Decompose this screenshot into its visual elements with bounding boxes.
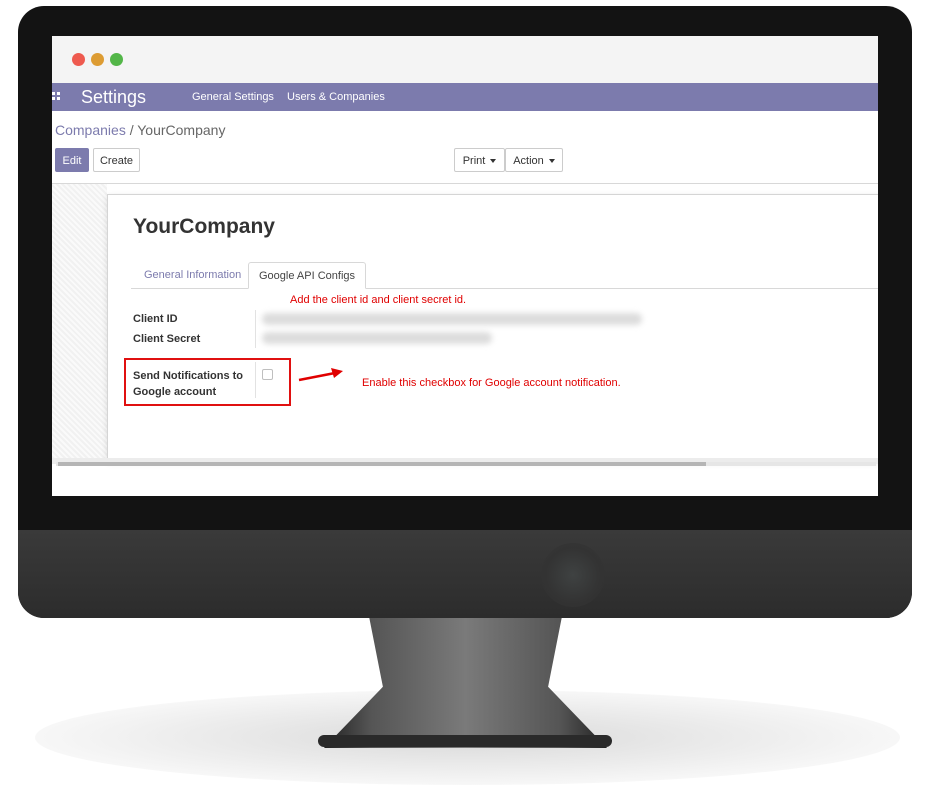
monitor-stand	[323, 612, 608, 748]
breadcrumb-companies-link[interactable]: Companies	[55, 122, 126, 138]
scrollbar-thumb[interactable]	[58, 462, 706, 466]
company-name-title: YourCompany	[133, 215, 275, 238]
monitor-stand-base	[318, 735, 612, 747]
client-secret-field[interactable]	[262, 332, 492, 344]
client-id-field[interactable]	[262, 313, 642, 325]
checkbox-annotation: Enable this checkbox for Google account …	[362, 377, 621, 389]
action-button-label: Action	[513, 155, 544, 167]
screen: Settings General Settings Users & Compan…	[52, 36, 878, 496]
app-title: Settings	[81, 87, 147, 107]
print-dropdown-button[interactable]: Print	[454, 148, 505, 172]
client-id-label: Client ID	[133, 313, 178, 325]
send-notifications-checkbox[interactable]	[262, 369, 273, 380]
arrow-right-icon	[298, 368, 343, 382]
print-button-label: Print	[462, 155, 486, 167]
edit-button-label: Edit	[62, 155, 82, 167]
control-panel: Companies / YourCompany Edit Create Prin…	[52, 111, 878, 184]
breadcrumb-current: YourCompany	[137, 122, 226, 138]
chevron-down-icon	[548, 159, 555, 164]
client-secret-label: Client Secret	[133, 333, 201, 345]
top-navbar: Settings General Settings Users & Compan…	[52, 83, 878, 111]
field-separator	[255, 362, 256, 398]
tabs-divider	[131, 288, 878, 289]
window-maximize-button[interactable]	[110, 53, 123, 66]
edit-button[interactable]: Edit	[55, 148, 89, 172]
send-notifications-label: Send Notifications to Google account	[133, 370, 243, 398]
apps-grid-icon[interactable]	[52, 89, 60, 103]
monitor-frame: Settings General Settings Users & Compan…	[18, 6, 912, 618]
breadcrumb-separator: /	[129, 122, 134, 138]
breadcrumb: Companies / YourCompany	[55, 122, 225, 138]
field-separator	[255, 310, 256, 348]
client-annotation: Add the client id and client secret id.	[290, 294, 467, 306]
chevron-down-icon	[490, 159, 497, 164]
nav-item-general-settings[interactable]: General Settings	[192, 83, 274, 111]
monitor-chin	[18, 530, 912, 618]
tab-general-information[interactable]: General Information	[134, 262, 251, 288]
create-button-label: Create	[99, 155, 134, 167]
window-minimize-button[interactable]	[91, 53, 104, 66]
create-button[interactable]: Create	[93, 148, 140, 172]
window-titlebar	[52, 36, 878, 83]
tab-google-api-configs[interactable]: Google API Configs	[248, 262, 367, 289]
action-dropdown-button[interactable]: Action	[505, 148, 563, 172]
form-background	[52, 184, 107, 458]
window-close-button[interactable]	[72, 53, 85, 66]
nav-item-users-companies[interactable]: Users & Companies	[287, 83, 385, 111]
monitor-logo	[541, 543, 605, 607]
